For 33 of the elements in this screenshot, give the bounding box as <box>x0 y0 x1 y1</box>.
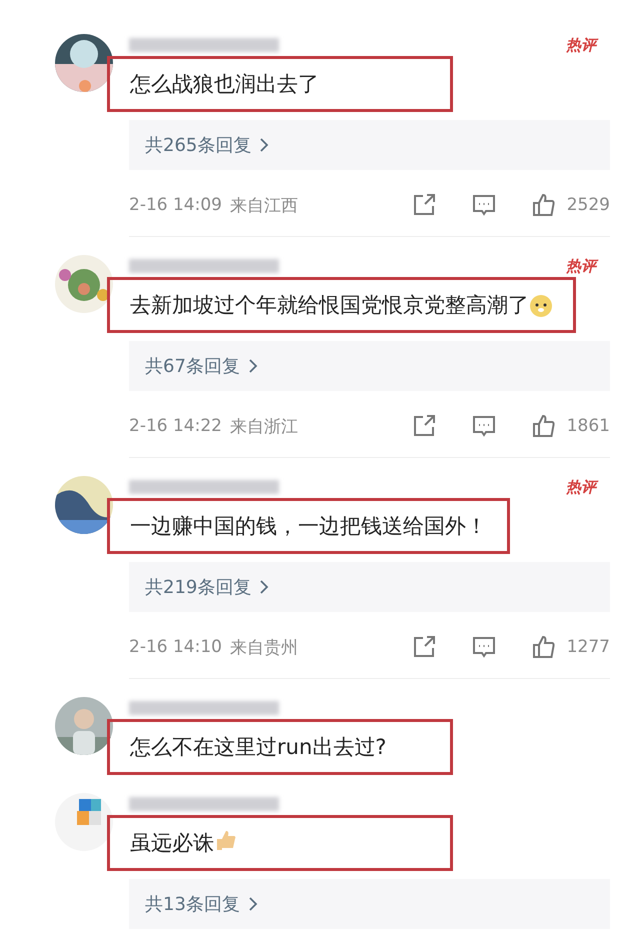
comment-text: 去新加坡过个年就给恨国党恨京党整高潮了 <box>107 277 576 333</box>
comment-text: 怎么战狼也润出去了 <box>107 56 453 112</box>
hot-comment-label: 热评 <box>566 36 596 54</box>
like-count: 1277 <box>566 637 610 657</box>
like-count: 2529 <box>566 195 610 215</box>
hot-comment-label: 热评 <box>566 256 596 276</box>
comment-text: 虽远必诛 <box>107 815 453 871</box>
chevron-right-icon <box>259 137 270 153</box>
replies-link[interactable]: 共219条回复 <box>129 562 610 612</box>
comment-text: 一边赚中国的钱，一边把钱送给国外！ <box>107 498 510 554</box>
comment-text: 怎么不在这里过run出去过? <box>107 719 453 775</box>
like-icon[interactable] <box>530 413 557 439</box>
chevron-right-icon <box>248 896 258 912</box>
comment-location: 来自浙江 <box>230 416 298 438</box>
comment-location: 来自贵州 <box>230 636 298 658</box>
comment-time: 2-16 14:10 <box>129 637 222 657</box>
comment-location: 来自江西 <box>230 194 298 216</box>
replies-link[interactable]: 共67条回复 <box>129 341 610 391</box>
hot-comment-label: 热评 <box>566 478 596 496</box>
replies-link[interactable]: 共13条回复 <box>129 879 610 929</box>
like-icon[interactable] <box>530 634 557 660</box>
like-icon[interactable] <box>530 192 557 218</box>
comment-icon[interactable] <box>470 413 497 439</box>
replies-link[interactable]: 共265条回复 <box>129 120 610 170</box>
comment-icon[interactable] <box>470 634 497 660</box>
chevron-right-icon <box>259 579 270 595</box>
dog-face-icon <box>529 294 553 318</box>
comment-icon[interactable] <box>470 192 497 218</box>
thumbs-up-icon <box>214 828 238 852</box>
comment-time: 2-16 14:09 <box>129 195 222 215</box>
like-count: 1861 <box>566 416 610 436</box>
chevron-right-icon <box>248 358 258 374</box>
comment-time: 2-16 14:22 <box>129 416 222 436</box>
